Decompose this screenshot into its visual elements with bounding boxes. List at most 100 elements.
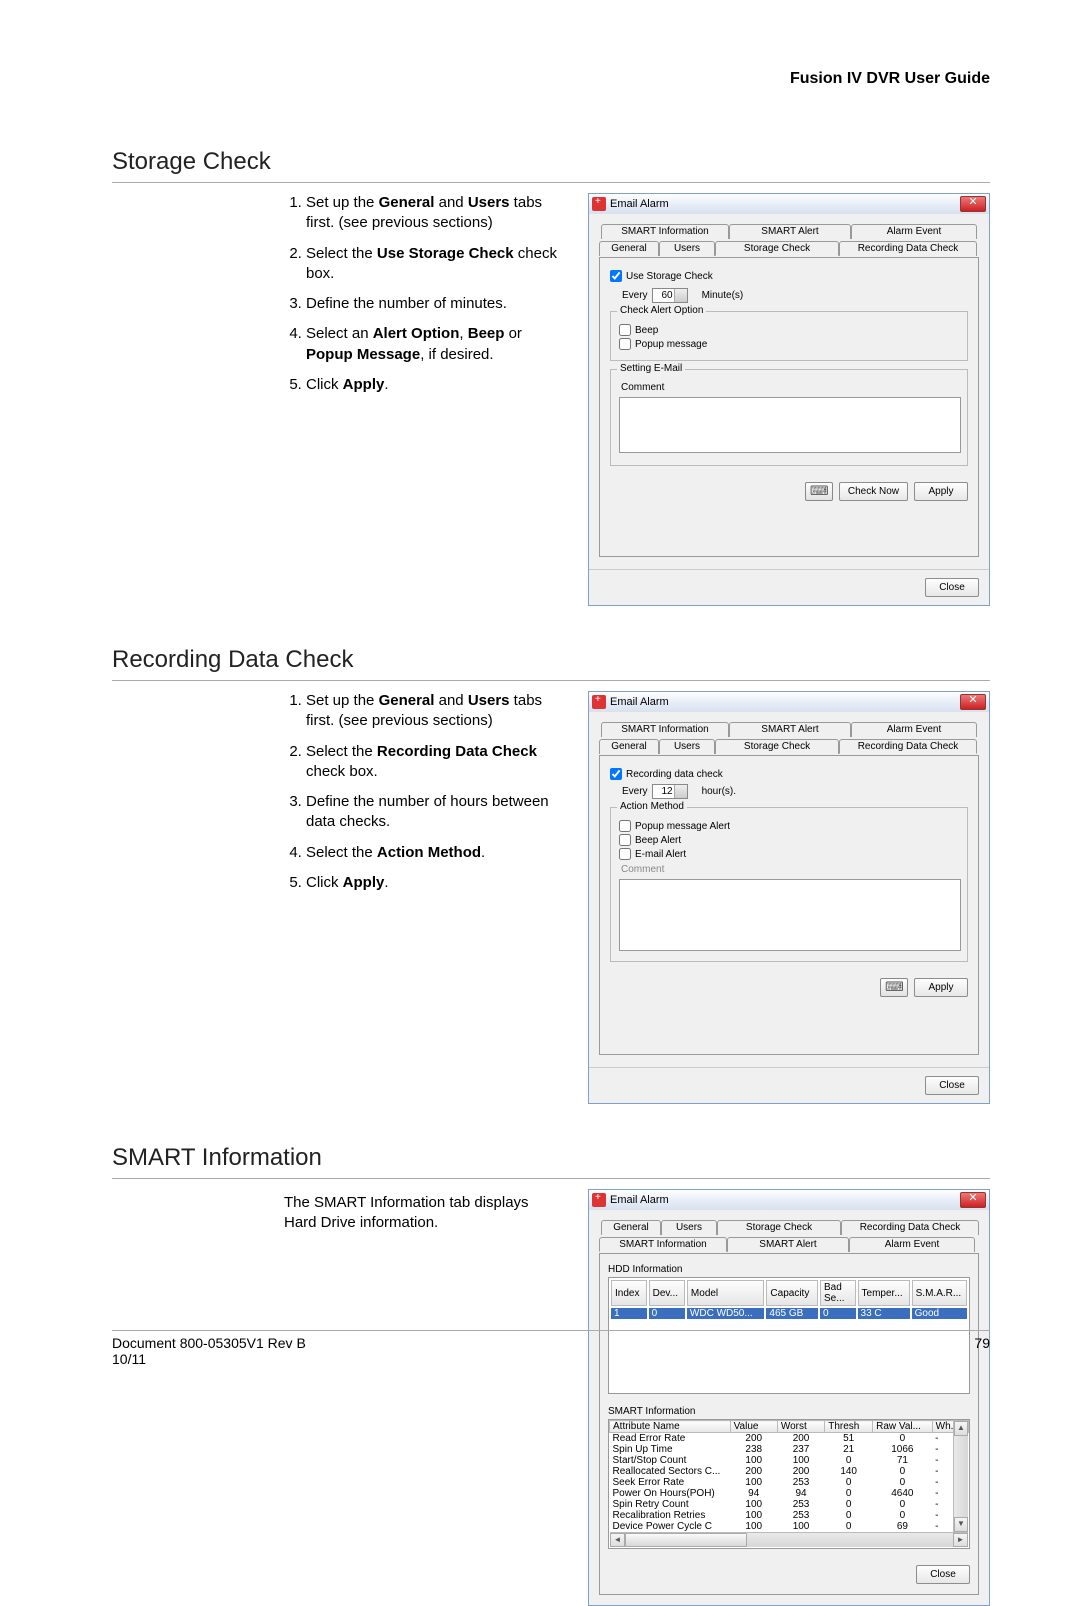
dialog-title: Email Alarm	[610, 198, 669, 210]
page-header: Fusion IV DVR User Guide	[112, 70, 990, 88]
tab-general[interactable]: General	[599, 739, 659, 754]
table-row[interactable]: 10WDC WD50...465 GB033 CGood	[611, 1308, 967, 1319]
comment-input[interactable]	[619, 879, 961, 951]
close-icon[interactable]: ✕	[960, 1192, 986, 1208]
minutes-stepper[interactable]: 60▲▼	[652, 288, 688, 303]
tab-recording-data-check[interactable]: Recording Data Check	[841, 1220, 979, 1235]
tab-storage-check[interactable]: Storage Check	[715, 241, 839, 256]
tab-smart-alert[interactable]: SMART Alert	[729, 224, 851, 239]
table-row[interactable]: Reallocated Sectors C...2002001400-	[610, 1466, 969, 1477]
horizontal-scrollbar[interactable]: ◄►	[610, 1532, 968, 1547]
table-row[interactable]: Device Power Cycle C100100069-	[610, 1521, 969, 1532]
step: Select the Action Method.	[306, 843, 560, 863]
dialog-title: Email Alarm	[610, 696, 669, 708]
app-icon	[592, 695, 606, 709]
tab-general[interactable]: General	[601, 1220, 661, 1235]
hours-stepper[interactable]: 12▲▼	[652, 784, 688, 799]
close-icon[interactable]: ✕	[960, 196, 986, 212]
popup-alert-checkbox[interactable]: Popup message Alert	[619, 820, 959, 832]
col-header[interactable]: Temper...	[858, 1280, 910, 1306]
col-header[interactable]: Capacity	[766, 1280, 818, 1306]
vertical-scrollbar[interactable]: ▲▼	[953, 1421, 968, 1532]
section-title: SMART Information	[112, 1144, 990, 1179]
col-header[interactable]: Model	[687, 1280, 765, 1306]
beep-checkbox[interactable]: Beep	[619, 324, 959, 336]
every-unit: Minute(s)	[702, 290, 744, 301]
doc-date: 10/11	[112, 1351, 306, 1367]
recording-data-check-checkbox[interactable]: Recording data check	[610, 768, 968, 780]
comment-input[interactable]	[619, 397, 961, 453]
step: Click Apply.	[306, 873, 560, 893]
smart-attributes-table[interactable]: Attribute NameValueWorstThreshRaw Val...…	[609, 1420, 969, 1532]
col-header[interactable]: Raw Val...	[873, 1421, 933, 1433]
table-row[interactable]: Power On Hours(POH)949404640-	[610, 1488, 969, 1499]
check-alert-option-group: Check Alert Option Beep Popup message	[610, 311, 968, 361]
col-header[interactable]: Index	[611, 1280, 647, 1306]
action-method-group: Action Method Popup message Alert Beep A…	[610, 807, 968, 962]
doc-id: Document 800-05305V1 Rev B	[112, 1335, 306, 1351]
popup-message-checkbox[interactable]: Popup message	[619, 338, 959, 350]
tab-alarm-event[interactable]: Alarm Event	[849, 1237, 975, 1252]
email-alert-checkbox[interactable]: E-mail Alert	[619, 848, 959, 860]
check-now-button[interactable]: Check Now	[839, 482, 908, 501]
table-row[interactable]: Seek Error Rate10025300-	[610, 1477, 969, 1488]
close-button[interactable]: Close	[916, 1565, 970, 1584]
dialog-titlebar: Email Alarm ✕	[589, 692, 989, 712]
tab-storage-check[interactable]: Storage Check	[717, 1220, 841, 1235]
tab-alarm-event[interactable]: Alarm Event	[851, 722, 977, 737]
apply-button[interactable]: Apply	[914, 482, 968, 501]
dialog-title: Email Alarm	[610, 1194, 669, 1206]
col-header[interactable]: S.M.A.R...	[912, 1280, 967, 1306]
section-storage-check: Storage Check Set up the General and Use…	[112, 148, 990, 606]
every-label: Every	[622, 290, 648, 301]
table-row[interactable]: Start/Stop Count100100071-	[610, 1455, 969, 1466]
col-header[interactable]: Thresh	[825, 1421, 873, 1433]
email-alarm-dialog-smart: Email Alarm ✕ GeneralUsersStorage CheckR…	[588, 1189, 990, 1606]
dialog-titlebar: Email Alarm ✕	[589, 194, 989, 214]
comment-label: Comment	[621, 864, 959, 875]
tab-storage-check[interactable]: Storage Check	[715, 739, 839, 754]
tab-users[interactable]: Users	[659, 241, 715, 256]
tab-users[interactable]: Users	[661, 1220, 717, 1235]
email-alarm-dialog-recording: Email Alarm ✕ SMART InformationSMART Ale…	[588, 691, 990, 1104]
table-row[interactable]: Spin Up Time238237211066-	[610, 1444, 969, 1455]
beep-alert-checkbox[interactable]: Beep Alert	[619, 834, 959, 846]
group-title: Setting E-Mail	[617, 363, 685, 374]
tab-recording-data-check[interactable]: Recording Data Check	[839, 739, 977, 754]
comment-label: Comment	[621, 382, 959, 393]
tab-general[interactable]: General	[599, 241, 659, 256]
smart-info-label: SMART Information	[608, 1406, 970, 1417]
tab-alarm-event[interactable]: Alarm Event	[851, 224, 977, 239]
apply-button[interactable]: Apply	[914, 978, 968, 997]
tab-smart-alert[interactable]: SMART Alert	[727, 1237, 849, 1252]
keyboard-icon[interactable]	[880, 978, 908, 997]
tab-users[interactable]: Users	[659, 739, 715, 754]
keyboard-icon[interactable]	[805, 482, 833, 501]
tab-smart-information[interactable]: SMART Information	[601, 722, 729, 737]
step: Set up the General and Users tabs first.…	[306, 691, 560, 732]
tab-smart-alert[interactable]: SMART Alert	[729, 722, 851, 737]
table-row[interactable]: Recalibration Retries10025300-	[610, 1510, 969, 1521]
col-header[interactable]: Worst	[777, 1421, 824, 1433]
hdd-info-label: HDD Information	[608, 1264, 970, 1275]
table-row[interactable]: Spin Retry Count10025300-	[610, 1499, 969, 1510]
instructions: Set up the General and Users tabs first.…	[112, 193, 560, 606]
use-storage-check-checkbox[interactable]: Use Storage Check	[610, 270, 968, 282]
step: Click Apply.	[306, 375, 560, 395]
col-header[interactable]: Attribute Name	[610, 1421, 731, 1433]
step: Set up the General and Users tabs first.…	[306, 193, 560, 234]
col-header[interactable]: Dev...	[649, 1280, 685, 1306]
tab-smart-information[interactable]: SMART Information	[601, 224, 729, 239]
col-header[interactable]: Bad Se...	[820, 1280, 856, 1306]
section-title: Storage Check	[112, 148, 990, 183]
close-icon[interactable]: ✕	[960, 694, 986, 710]
page-number: 79	[974, 1335, 990, 1367]
tab-smart-information[interactable]: SMART Information	[599, 1237, 727, 1252]
col-header[interactable]: Value	[730, 1421, 777, 1433]
tab-recording-data-check[interactable]: Recording Data Check	[839, 241, 977, 256]
close-button[interactable]: Close	[925, 1076, 979, 1095]
table-row[interactable]: Read Error Rate200200510-	[610, 1433, 969, 1445]
app-icon	[592, 1193, 606, 1207]
instructions: Set up the General and Users tabs first.…	[112, 691, 560, 1104]
close-button[interactable]: Close	[925, 578, 979, 597]
